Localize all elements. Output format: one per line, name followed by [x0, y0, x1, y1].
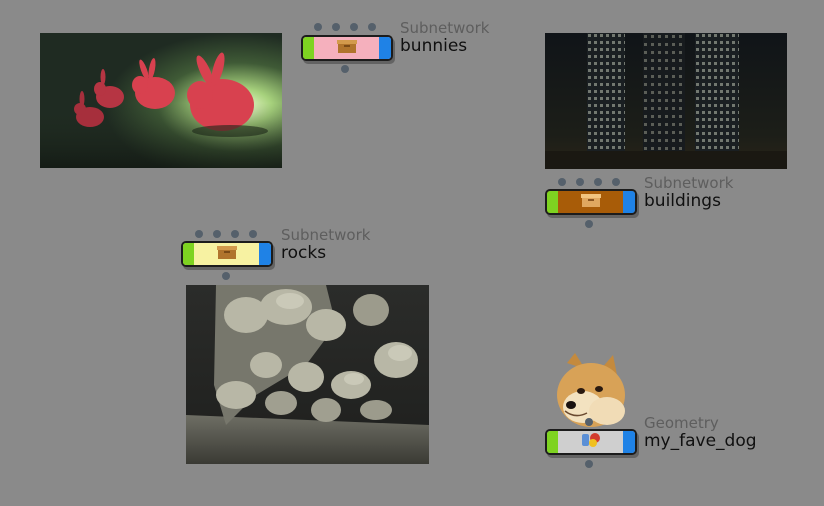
buildings-input-connector-1[interactable]: [558, 178, 566, 186]
dog-input-flag[interactable]: [547, 431, 558, 453]
bunnies-input-connector-2[interactable]: [332, 23, 340, 31]
rocks-output-connector[interactable]: [222, 272, 230, 280]
buildings-input-connector-4[interactable]: [612, 178, 620, 186]
bunnies-display-flag[interactable]: [379, 37, 391, 59]
buildings-input-connector-2[interactable]: [576, 178, 584, 186]
dog-display-flag[interactable]: [623, 431, 635, 453]
buildings-node[interactable]: [545, 189, 637, 215]
buildings-node-type: Subnetwork: [644, 174, 734, 192]
subnetwork-box-icon: [336, 38, 358, 58]
dog-output-connector[interactable]: [585, 460, 593, 468]
buildings-display-flag[interactable]: [623, 191, 635, 213]
geometry-shapes-icon: [580, 431, 602, 453]
bunnies-input-connector-4[interactable]: [368, 23, 376, 31]
rocks-input-connector-2[interactable]: [213, 230, 221, 238]
buildings-thumbnail: [545, 33, 787, 169]
dog-node-type: Geometry: [644, 414, 719, 432]
buildings-input-connector-3[interactable]: [594, 178, 602, 186]
bunnies-input-connector-1[interactable]: [314, 23, 322, 31]
rocks-node[interactable]: [181, 241, 273, 267]
bunnies-node-type: Subnetwork: [400, 19, 490, 37]
rocks-input-flag[interactable]: [183, 243, 194, 265]
buildings-node-name: buildings: [644, 191, 721, 211]
bunnies-input-flag[interactable]: [303, 37, 314, 59]
rocks-input-connector-3[interactable]: [231, 230, 239, 238]
dog-node[interactable]: [545, 429, 637, 455]
bunnies-output-connector[interactable]: [341, 65, 349, 73]
rocks-node-type: Subnetwork: [281, 226, 371, 244]
buildings-input-flag[interactable]: [547, 191, 558, 213]
rocks-node-name: rocks: [281, 243, 327, 263]
buildings-output-connector[interactable]: [585, 220, 593, 228]
bunnies-node-name: bunnies: [400, 36, 468, 56]
rocks-thumbnail: [186, 285, 429, 464]
dog-input-connector[interactable]: [585, 418, 593, 426]
rocks-input-connector-1[interactable]: [195, 230, 203, 238]
subnetwork-box-icon: [216, 244, 238, 264]
bunnies-input-connector-3[interactable]: [350, 23, 358, 31]
dog-node-name: my_fave_dog: [644, 431, 757, 451]
rocks-input-connector-4[interactable]: [249, 230, 257, 238]
bunnies-node[interactable]: [301, 35, 393, 61]
subnetwork-box-icon: [580, 192, 602, 212]
bunnies-thumbnail: [40, 33, 282, 168]
rocks-display-flag[interactable]: [259, 243, 271, 265]
